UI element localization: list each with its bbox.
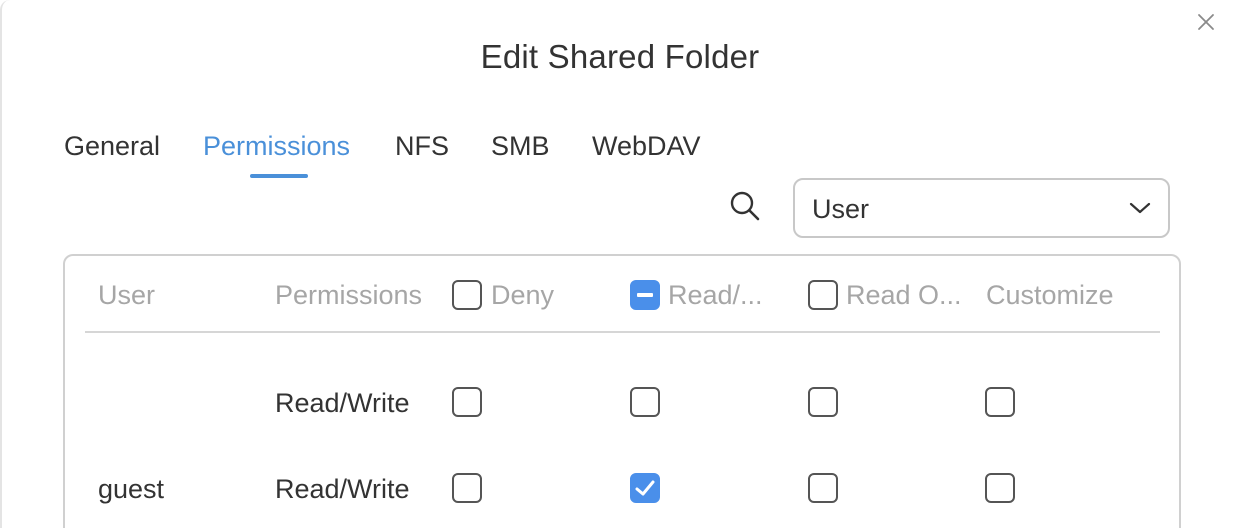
row-customize-checkbox[interactable] [985, 387, 1015, 417]
search-icon[interactable] [728, 189, 762, 223]
principal-type-select[interactable]: User [793, 178, 1170, 238]
header-read-only-checkbox[interactable] [808, 280, 838, 310]
row-permissions: Read/Write [275, 474, 410, 504]
edit-shared-folder-dialog: Edit Shared Folder General Permissions N… [0, 0, 1236, 528]
dialog-title: Edit Shared Folder [480, 38, 760, 75]
close-button[interactable] [1195, 11, 1217, 33]
close-icon [1198, 14, 1214, 30]
header-permissions[interactable]: Permissions [275, 280, 422, 311]
row-deny-checkbox[interactable] [452, 387, 482, 417]
tab-permissions[interactable]: Permissions [203, 131, 350, 162]
tab-webdav[interactable]: WebDAV [592, 131, 701, 162]
chevron-down-icon [1128, 200, 1152, 216]
header-user[interactable]: User [98, 280, 155, 311]
checkmark-icon [635, 480, 655, 496]
active-tab-indicator [250, 174, 308, 178]
row-read-only-checkbox[interactable] [808, 387, 838, 417]
row-deny-checkbox[interactable] [452, 473, 482, 503]
row-user: guest [98, 474, 165, 504]
header-deny: Deny [491, 280, 555, 310]
tab-smb[interactable]: SMB [491, 131, 550, 162]
indeterminate-mark [637, 293, 653, 297]
tab-nfs[interactable]: NFS [395, 131, 449, 162]
row-read-only-checkbox[interactable] [808, 473, 838, 503]
tab-general[interactable]: General [64, 131, 160, 162]
header-divider [85, 331, 1160, 333]
header-deny-checkbox[interactable] [452, 280, 482, 310]
header-read-write-checkbox[interactable] [630, 280, 660, 310]
row-read-write-checkbox[interactable] [630, 473, 660, 503]
header-read-only: Read O... [846, 280, 962, 310]
row-read-write-checkbox[interactable] [630, 387, 660, 417]
row-permissions: Read/Write [275, 388, 410, 418]
row-customize-checkbox[interactable] [985, 473, 1015, 503]
select-value: User [812, 194, 870, 224]
header-customize: Customize [986, 280, 1114, 310]
header-read-write: Read/... [668, 280, 763, 310]
